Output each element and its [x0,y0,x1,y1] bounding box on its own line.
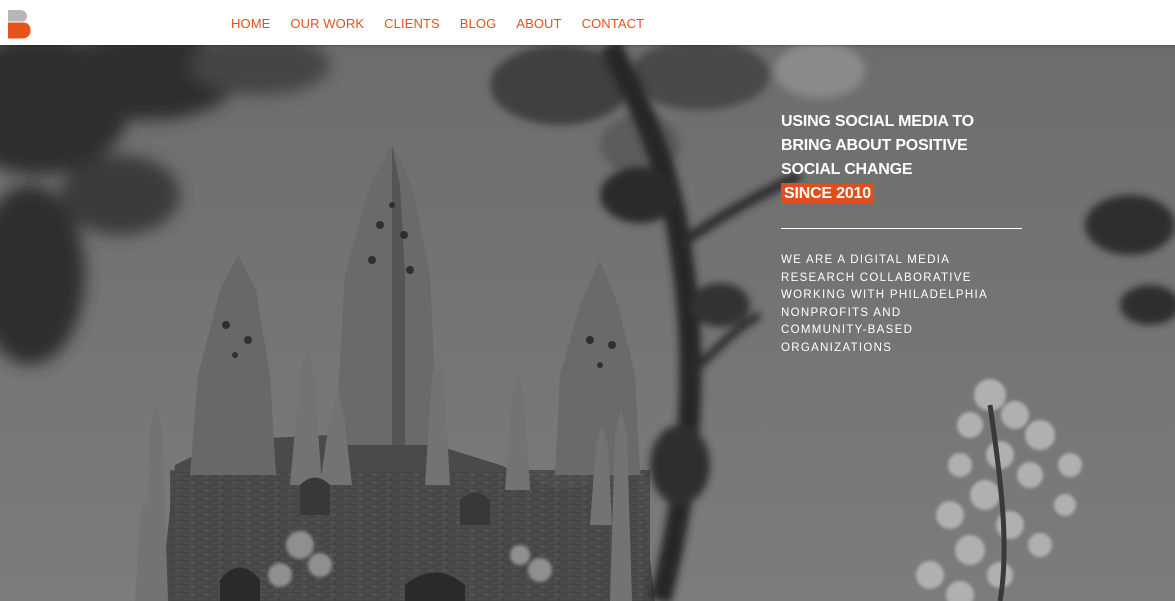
description-line: RESEARCH COLLABORATIVE [781,271,972,284]
nav-blog[interactable]: BLOG [460,16,497,31]
hero-description: WE ARE A DIGITAL MEDIA RESEARCH COLLABOR… [781,252,1021,357]
description-line: WORKING WITH PHILADELPHIA [781,289,988,301]
main-nav: HOME OUR WORK CLIENTS BLOG ABOUT CONTACT [231,15,644,33]
description-line: NONPROFITS AND [781,306,902,319]
description-line: WE ARE A DIGITAL MEDIA [781,254,951,266]
tagline-line: USING SOCIAL MEDIA TO [781,113,974,130]
nav-contact[interactable]: CONTACT [582,16,645,31]
nav-home[interactable]: HOME [231,16,270,31]
hero-section: USING SOCIAL MEDIA TO BRING ABOUT POSITI… [0,45,1175,601]
tagline-line: BRING ABOUT POSITIVE [781,137,968,154]
b-letter-logo-icon[interactable] [6,10,32,40]
hero-tagline: USING SOCIAL MEDIA TO BRING ABOUT POSITI… [781,110,1041,206]
description-line: ORGANIZATIONS [781,341,893,354]
since-2010-highlight: SINCE 2010 [781,183,874,204]
nav-our-work[interactable]: OUR WORK [290,16,364,31]
site-header: HOME OUR WORK CLIENTS BLOG ABOUT CONTACT [0,0,1175,45]
description-line: COMMUNITY-BASED [781,324,914,336]
page: HOME OUR WORK CLIENTS BLOG ABOUT CONTACT [0,0,1175,601]
hero-divider [781,228,1022,229]
nav-about[interactable]: ABOUT [516,16,561,31]
tagline-line: SOCIAL CHANGE [781,161,913,178]
nav-clients[interactable]: CLIENTS [384,16,440,31]
